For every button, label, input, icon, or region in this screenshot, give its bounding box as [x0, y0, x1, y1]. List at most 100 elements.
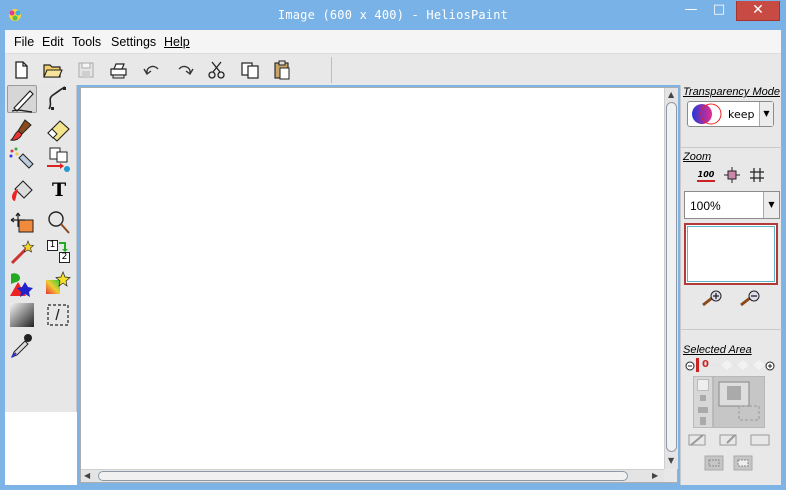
drawing-canvas[interactable]: [81, 88, 664, 469]
star-icon: [46, 271, 71, 294]
selection-slider-knobs: [721, 360, 765, 370]
horizontal-scrollbar[interactable]: ◀ ▶: [81, 469, 664, 482]
maximize-button[interactable]: □: [708, 1, 730, 21]
eyedropper-icon: [11, 334, 32, 358]
navigator-preview[interactable]: [684, 223, 778, 285]
transparency-mode-label: Transparency Mode: [683, 86, 781, 98]
spray-tool[interactable]: [7, 146, 37, 174]
new-file-icon[interactable]: [10, 59, 32, 81]
curve-icon: [48, 86, 66, 110]
zoom-out-icon[interactable]: [739, 289, 763, 307]
navigator-viewport: [687, 226, 775, 282]
spray-icon: [9, 147, 34, 169]
pencil-icon: [11, 90, 34, 113]
zoom-label: Zoom: [683, 151, 712, 163]
minimize-button[interactable]: —: [681, 1, 701, 21]
selected-area-value: 0: [702, 359, 709, 370]
selection-tool[interactable]: [43, 301, 73, 329]
pencil-tool[interactable]: [7, 85, 37, 113]
selected-area-label: Selected Area: [683, 344, 752, 356]
window-title: Image (600 x 400) - HeliosPaint: [277, 8, 509, 22]
grid-icon[interactable]: [749, 167, 765, 183]
star-tool[interactable]: [43, 270, 73, 298]
transparency-icon: [692, 103, 722, 125]
edit-selection-icon[interactable]: [719, 433, 739, 447]
eyedropper-tool[interactable]: [7, 332, 37, 360]
right-panel: Transparency Mode keep ▼ Zoom 100 100% ▼: [680, 85, 782, 485]
bucket-tool[interactable]: [7, 177, 37, 205]
scroll-down-icon[interactable]: ▼: [668, 456, 674, 466]
panel-divider: [681, 147, 782, 148]
undo-icon[interactable]: [141, 59, 163, 81]
invert-selection-icon[interactable]: [733, 455, 753, 471]
move-icon: [10, 212, 34, 233]
clone-icon: [47, 147, 70, 172]
app-window: Image (600 x 400) - HeliosPaint — □ ✕ Fi…: [0, 0, 786, 490]
magic-wand-icon: [10, 240, 35, 265]
menu-help[interactable]: Help: [164, 35, 190, 49]
eraser-icon: [47, 120, 70, 142]
zoom-value: 100%: [690, 199, 721, 213]
zoom-fit-icon[interactable]: [724, 167, 740, 183]
magic-wand-tool[interactable]: [7, 239, 37, 267]
lasso-icon: [48, 211, 70, 234]
chevron-down-icon[interactable]: ▼: [759, 102, 773, 126]
save-icon[interactable]: [75, 59, 97, 81]
move-tool[interactable]: [7, 208, 37, 236]
copy-icon[interactable]: [239, 59, 261, 81]
bucket-icon: [12, 180, 33, 201]
transparency-mode-select[interactable]: keep ▼: [687, 101, 774, 127]
layer-2-label: 2: [59, 252, 70, 263]
clear-selection-icon[interactable]: [750, 433, 770, 447]
clone-tool[interactable]: [43, 146, 73, 174]
cut-icon[interactable]: [206, 59, 228, 81]
toolbar-separator: [331, 57, 332, 83]
menu-file[interactable]: File: [14, 35, 34, 49]
title-bar: Image (600 x 400) - HeliosPaint — □ ✕: [0, 0, 786, 30]
curve-tool[interactable]: [43, 85, 73, 113]
selection-layer-stack: [693, 376, 713, 428]
gradient-tool[interactable]: [7, 301, 37, 329]
lasso-tool[interactable]: [43, 208, 73, 236]
horizontal-scroll-thumb[interactable]: [98, 471, 628, 481]
menu-bar: File Edit Tools Settings Help: [5, 30, 781, 54]
menu-settings[interactable]: Settings: [111, 35, 156, 49]
crop-selection-icon[interactable]: [688, 433, 708, 447]
close-button[interactable]: ✕: [736, 1, 780, 21]
open-folder-icon[interactable]: [41, 59, 63, 81]
tool-palette: T 1 2: [5, 85, 77, 478]
vertical-scrollbar[interactable]: ▲ ▼: [664, 88, 678, 469]
select-all-icon[interactable]: [704, 455, 724, 471]
brush-tool[interactable]: [7, 116, 37, 144]
transparency-mode-value: keep: [728, 108, 755, 121]
print-icon[interactable]: [107, 59, 129, 81]
text-tool[interactable]: T: [43, 177, 73, 205]
plus-circle-icon[interactable]: [765, 361, 775, 371]
zoom-100-icon[interactable]: 100: [697, 168, 715, 182]
shapes-icon: [10, 273, 33, 297]
paste-icon[interactable]: [271, 59, 293, 81]
scroll-up-icon[interactable]: ▲: [668, 90, 674, 100]
gradient-icon: [10, 303, 34, 327]
selection-icon: [47, 304, 69, 326]
minus-circle-icon[interactable]: [685, 361, 695, 371]
text-icon: T: [52, 179, 67, 201]
zoom-select[interactable]: 100% ▼: [684, 191, 780, 219]
menu-tools[interactable]: Tools: [72, 35, 101, 49]
toolbar: [5, 54, 781, 85]
scroll-left-icon[interactable]: ◀: [84, 471, 90, 481]
layer-order-icon: 1 2: [43, 239, 73, 267]
panel-divider: [681, 329, 782, 330]
redo-icon[interactable]: [174, 59, 196, 81]
layer-order-tool[interactable]: 1 2: [43, 239, 73, 267]
chevron-down-icon[interactable]: ▼: [763, 192, 779, 218]
shapes-tool[interactable]: [7, 270, 37, 298]
selection-slider-marker: [696, 358, 699, 372]
selection-preview-icon: [713, 376, 765, 428]
vertical-scroll-thumb[interactable]: [666, 102, 677, 452]
brush-icon: [9, 119, 32, 141]
zoom-in-icon[interactable]: [701, 289, 725, 307]
scroll-right-icon[interactable]: ▶: [652, 471, 658, 481]
menu-edit[interactable]: Edit: [42, 35, 64, 49]
eraser-tool[interactable]: [43, 116, 73, 144]
